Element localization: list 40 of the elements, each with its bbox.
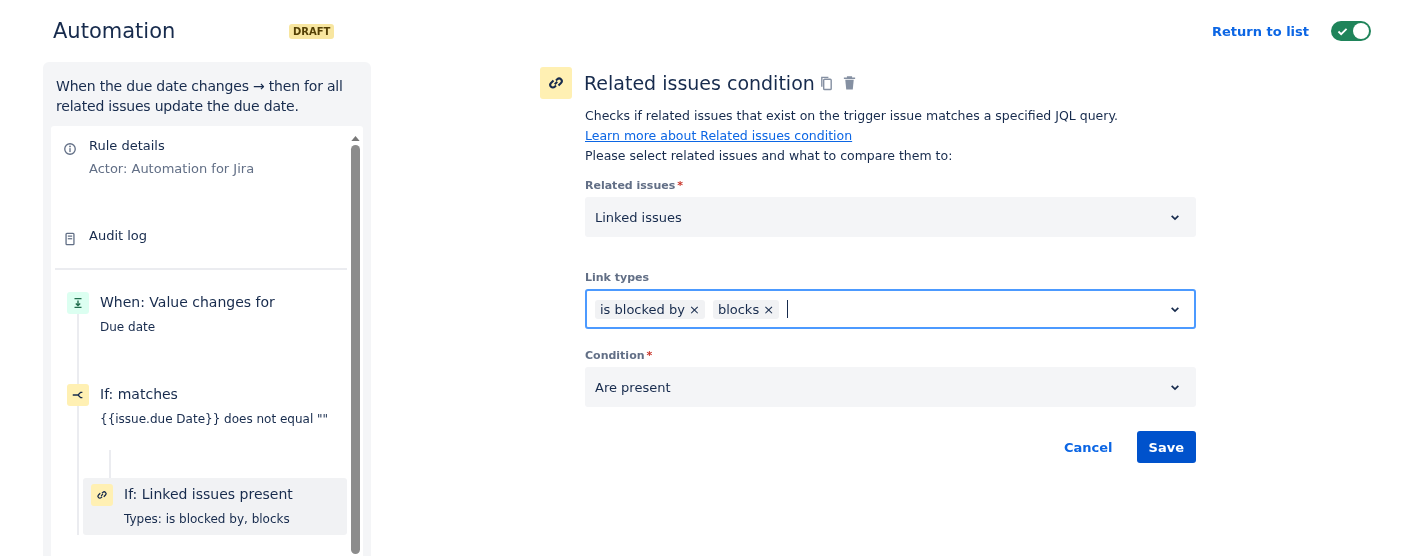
tag-chip[interactable]: is blocked by × [595, 299, 705, 319]
rule-step[interactable]: If: matches {{issue.due Date}} does not equal "" [51, 376, 347, 468]
rule-summary: When the due date changes → then for all related issues update the due date. [55, 77, 344, 116]
chevron-down-icon [1170, 383, 1180, 391]
condition-title: Related issues condition [584, 72, 815, 94]
required-mark: * [646, 349, 653, 362]
chevron-down-icon [1170, 213, 1180, 221]
select-field[interactable]: Linked issues [585, 197, 1196, 237]
required-mark: * [677, 179, 684, 192]
field-label: Condition [585, 349, 645, 362]
chevron-down-icon [1170, 305, 1180, 313]
tag-chip[interactable]: blocks × [712, 299, 780, 319]
link-icon [91, 484, 113, 506]
cancel-button[interactable]: Cancel [1052, 431, 1125, 463]
download-icon [67, 292, 89, 314]
field-label: Related issues [585, 179, 676, 192]
menu-item[interactable]: Audit log [89, 228, 148, 243]
return-link[interactable]: Return to list [1211, 23, 1309, 39]
page-title: Automation [53, 19, 177, 43]
toggle-switch[interactable] [1331, 21, 1371, 41]
select-field[interactable]: Are present [585, 367, 1196, 407]
multi-select-field[interactable]: is blocked by × blocks × [585, 289, 1196, 329]
actor-text: Actor: Automation for Jira [89, 161, 255, 176]
branch-icon [67, 384, 89, 406]
rule-step[interactable]: When: Value changes for Due date [51, 284, 347, 376]
prompt-text: Please select related issues and what to compare them to: [585, 147, 954, 165]
trash-icon[interactable] [841, 75, 857, 91]
copy-icon[interactable] [818, 75, 834, 91]
save-button[interactable]: Save [1136, 431, 1196, 463]
field-label: Link types [585, 271, 650, 284]
scroll-up-arrow-icon[interactable] [350, 136, 360, 141]
document-icon [63, 232, 77, 246]
checkmark-icon [1337, 26, 1348, 36]
rule-step[interactable]: If: Linked issues present Types: is blocked by, blocks [83, 478, 347, 535]
description-text: Checks if related issues that exist on the trigger issue matches a specified JQL query. Learn more about Related issues condition [585, 107, 1119, 145]
link-icon [540, 67, 572, 99]
status-lozenge: DRAFT [289, 23, 335, 39]
info-icon [63, 142, 77, 156]
menu-item[interactable]: Rule details [89, 138, 255, 153]
learn-more-link[interactable]: Learn more about Related issues condition [585, 128, 853, 143]
